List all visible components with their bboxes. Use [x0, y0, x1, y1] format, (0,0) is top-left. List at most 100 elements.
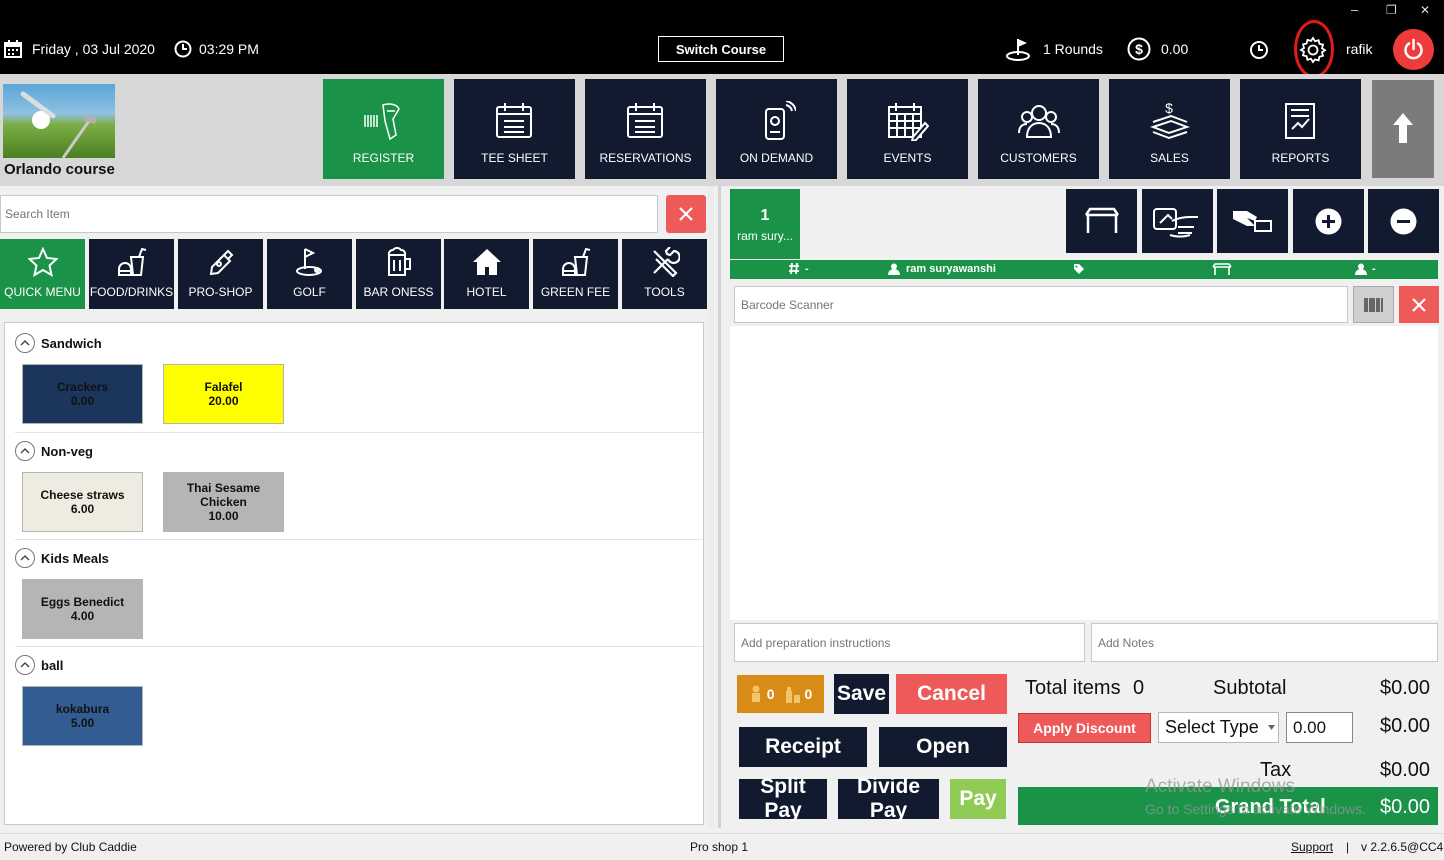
- category-tools-label: TOOLS: [644, 285, 685, 299]
- section-title: Non-veg: [41, 443, 93, 459]
- nav-reports-button[interactable]: REPORTS: [1240, 79, 1361, 179]
- open-button[interactable]: Open: [879, 727, 1007, 767]
- user-icon: [888, 263, 900, 275]
- discount-value-input[interactable]: 0.00: [1286, 712, 1353, 743]
- cancel-button[interactable]: Cancel: [896, 674, 1007, 714]
- spray-tag-icon: [206, 247, 236, 277]
- menu-item-tile[interactable]: Eggs Benedict 4.00: [22, 579, 143, 639]
- windows-activation-hint: Go to Settings to activate Windows.: [1145, 801, 1366, 817]
- nav-on-demand-button[interactable]: ON DEMAND: [716, 79, 837, 179]
- switch-course-button[interactable]: Switch Course: [658, 36, 784, 62]
- panel-divider[interactable]: [718, 186, 721, 828]
- user-name[interactable]: rafik: [1346, 41, 1372, 57]
- tax-value: $0.00: [1380, 759, 1431, 781]
- users-group-icon: [1018, 101, 1060, 141]
- nav-events-button[interactable]: EVENTS: [847, 79, 968, 179]
- category-bar-oness[interactable]: BAR ONESS: [356, 239, 441, 309]
- remove-button[interactable]: [1368, 189, 1439, 253]
- category-quick-menu[interactable]: QUICK MENU: [0, 239, 85, 309]
- menu-item-price: 20.00: [208, 394, 239, 408]
- menu-item-name: Cheese straws: [40, 488, 125, 502]
- nav-customers-button[interactable]: CUSTOMERS: [978, 79, 1099, 179]
- split-pay-button[interactable]: Split Pay: [739, 775, 827, 822]
- order-customer-name: ram suryawanshi: [906, 263, 996, 275]
- pay-hand-button[interactable]: [1217, 189, 1288, 253]
- menu-item-tile[interactable]: kokabura 5.00: [22, 686, 143, 746]
- barcode-scan-button[interactable]: [1353, 286, 1394, 323]
- chevron-up-icon[interactable]: [15, 548, 35, 568]
- category-food-drinks[interactable]: FOOD/DRINKS: [89, 239, 174, 309]
- nav-reservations-button[interactable]: RESERVATIONS: [585, 79, 706, 179]
- category-green-fee[interactable]: GREEN FEE: [533, 239, 618, 309]
- minimize-window-button[interactable]: –: [1351, 2, 1358, 17]
- save-button[interactable]: Save: [834, 674, 889, 714]
- nav-reports-label: REPORTS: [1271, 151, 1330, 165]
- category-green-fee-label: GREEN FEE: [540, 285, 611, 299]
- chef-icon: [749, 685, 763, 703]
- menu-item-tile[interactable]: Crackers 0.00: [22, 364, 143, 424]
- discount-type-select[interactable]: Select Type: [1158, 712, 1279, 743]
- calendar-list-icon: [625, 101, 665, 141]
- menu-item-name: Crackers: [56, 380, 109, 394]
- plus-circle-icon: [1315, 208, 1342, 235]
- category-food-drinks-label: FOOD/DRINKS: [89, 285, 174, 299]
- kitchen-bar-counter[interactable]: 0 0: [737, 675, 824, 713]
- section-header[interactable]: ball: [15, 655, 63, 675]
- subtotal-label: Subtotal: [1213, 677, 1287, 699]
- close-window-button[interactable]: ✕: [1420, 3, 1430, 17]
- food-drink-icon: [561, 247, 591, 277]
- receipt-button[interactable]: Receipt: [739, 727, 867, 767]
- menu-item-tile[interactable]: Thai Sesame Chicken 10.00: [163, 472, 284, 532]
- barcode-scanner-input[interactable]: [734, 286, 1348, 323]
- tap-card-button[interactable]: [1142, 189, 1213, 253]
- category-tools[interactable]: TOOLS: [622, 239, 707, 309]
- nav-register-label: REGISTER: [352, 151, 415, 165]
- calendar-list-icon: [494, 101, 534, 141]
- history-clock-icon[interactable]: [1249, 40, 1269, 60]
- search-clear-button[interactable]: [666, 195, 706, 233]
- power-icon: [1402, 38, 1425, 61]
- pay-button[interactable]: Pay: [950, 779, 1006, 819]
- category-golf-label: GOLF: [293, 285, 326, 299]
- menu-section: Kids Meals Eggs Benedict 4.00: [5, 538, 703, 647]
- preparation-instructions-input[interactable]: [734, 623, 1085, 662]
- nav-sales-button[interactable]: $ SALES: [1109, 79, 1230, 179]
- notes-input[interactable]: [1091, 623, 1438, 662]
- category-pro-shop[interactable]: PRO-SHOP: [178, 239, 263, 309]
- nav-register-button[interactable]: REGISTER: [323, 79, 444, 179]
- scroll-up-button[interactable]: [1372, 80, 1434, 178]
- menu-item-tile[interactable]: Cheese straws 6.00: [22, 472, 143, 532]
- order-tab[interactable]: 1 ram sury...: [730, 189, 800, 259]
- nav-reservations-label: RESERVATIONS: [599, 151, 692, 165]
- order-tab-number: 1: [760, 207, 770, 224]
- total-items-label: Total items: [1025, 677, 1121, 699]
- chevron-up-icon[interactable]: [15, 333, 35, 353]
- chevron-up-icon[interactable]: [15, 441, 35, 461]
- nav-tee-sheet-label: TEE SHEET: [481, 151, 548, 165]
- support-link[interactable]: Support: [1291, 840, 1333, 854]
- menu-scrollbar[interactable]: [708, 186, 714, 828]
- barcode-clear-button[interactable]: [1399, 286, 1439, 323]
- menu-item-price: 0.00: [70, 394, 95, 408]
- menu-item-name: Eggs Benedict: [40, 595, 125, 609]
- menu-section: Non-veg Cheese straws 6.00 Thai Sesame C…: [5, 431, 703, 540]
- category-hotel[interactable]: HOTEL: [444, 239, 529, 309]
- section-header[interactable]: Kids Meals: [15, 548, 109, 568]
- section-header[interactable]: Non-veg: [15, 441, 93, 461]
- apply-discount-button[interactable]: Apply Discount: [1018, 713, 1151, 743]
- nav-tee-sheet-button[interactable]: TEE SHEET: [454, 79, 575, 179]
- add-button[interactable]: [1293, 189, 1364, 253]
- golf-club-icon: [295, 247, 325, 277]
- table-icon: [1082, 207, 1122, 235]
- course-logo-image: [3, 84, 115, 158]
- category-golf[interactable]: GOLF: [267, 239, 352, 309]
- logout-button[interactable]: [1393, 29, 1434, 70]
- divide-pay-button[interactable]: Divide Pay: [838, 775, 939, 822]
- search-item-input[interactable]: [0, 195, 658, 233]
- section-header[interactable]: Sandwich: [15, 333, 102, 353]
- table-button[interactable]: [1066, 189, 1137, 253]
- discount-amount: $0.00: [1380, 715, 1431, 737]
- chevron-up-icon[interactable]: [15, 655, 35, 675]
- menu-item-tile[interactable]: Falafel 20.00: [163, 364, 284, 424]
- restore-window-button[interactable]: ❐: [1386, 3, 1397, 17]
